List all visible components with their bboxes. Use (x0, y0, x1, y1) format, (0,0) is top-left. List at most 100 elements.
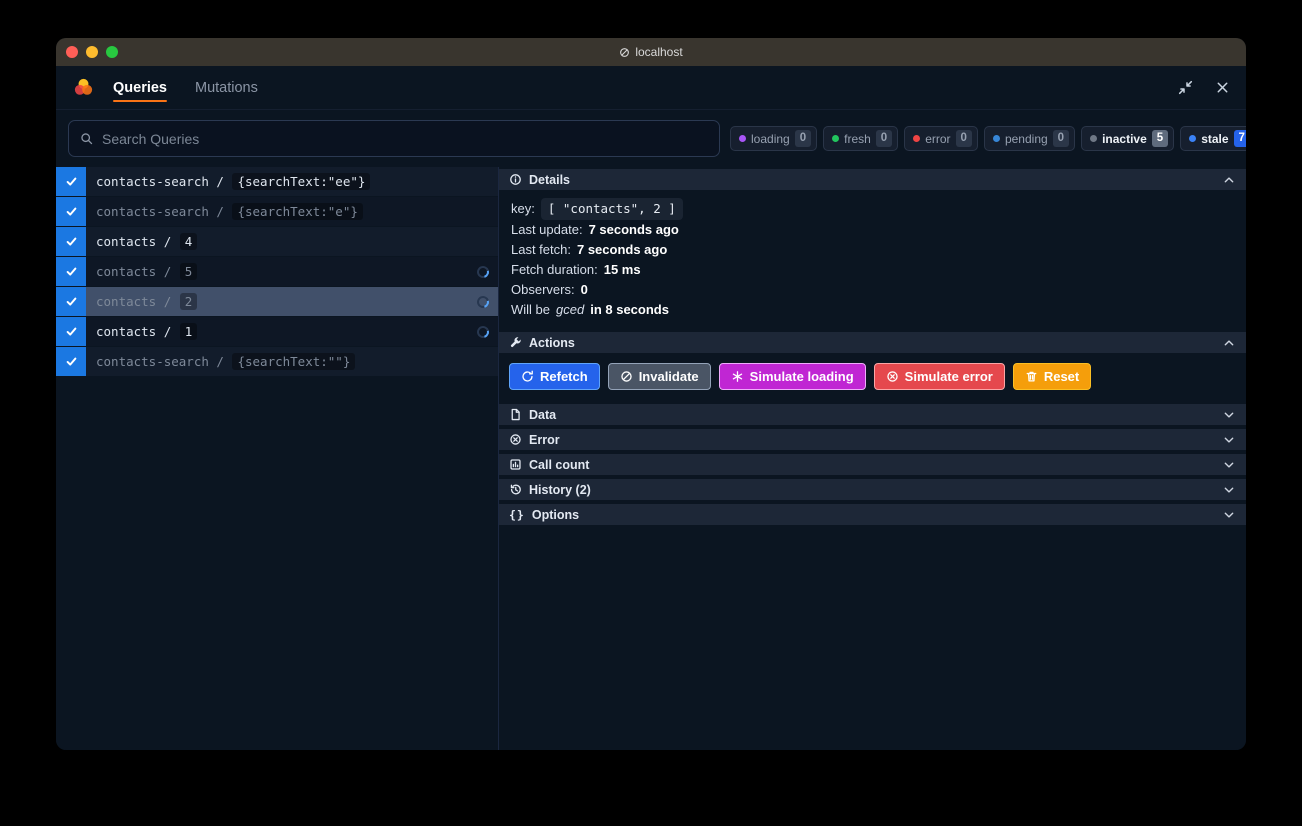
query-checkbox[interactable] (56, 227, 86, 256)
query-key-chip: {searchText:"e"} (232, 203, 362, 220)
close-window-button[interactable] (66, 46, 78, 58)
section-error[interactable]: Error (499, 429, 1246, 450)
devtools-topbar: Queries Mutations (56, 66, 1246, 110)
window-title: localhost (56, 45, 1246, 59)
tanstack-logo-icon (72, 76, 95, 99)
status-dot-icon (913, 135, 920, 142)
filter-fresh[interactable]: fresh0 (823, 126, 898, 151)
chevron-down-icon (1222, 458, 1236, 472)
simulate-loading-button[interactable]: Simulate loading (719, 363, 866, 390)
status-dot-icon (993, 135, 1000, 142)
query-row[interactable]: contacts / 4 (56, 227, 498, 256)
detail-value: 0 (581, 280, 588, 300)
query-key-chip: {searchText:""} (232, 353, 355, 370)
minimize-window-button[interactable] (86, 46, 98, 58)
filter-error[interactable]: error0 (904, 126, 978, 151)
devtools-main: contacts-search / {searchText:"ee"}conta… (56, 167, 1246, 750)
browser-window: localhost QueriesMutations load (56, 38, 1246, 750)
section-options[interactable]: {} Options (499, 504, 1246, 525)
section-title: Options (532, 508, 579, 522)
query-key: contacts / 1 (96, 323, 197, 340)
status-filters: loading0fresh0error0pending0inactive5sta… (730, 126, 1246, 151)
fetching-spinner-icon (475, 323, 491, 339)
close-devtools-button[interactable] (1215, 80, 1230, 95)
error-icon (509, 433, 522, 446)
section-call-count[interactable]: Call count (499, 454, 1246, 475)
topbar-actions (1178, 80, 1230, 95)
detail-label: Last update: (511, 220, 583, 240)
filter-loading[interactable]: loading0 (730, 126, 817, 151)
query-key-chip: 2 (180, 293, 198, 310)
filter-pending[interactable]: pending0 (984, 126, 1075, 151)
fetching-spinner-icon (475, 263, 491, 279)
invalidate-icon (620, 370, 633, 383)
detail-label: Last fetch: (511, 240, 571, 260)
check-icon (65, 175, 78, 188)
action-buttons: Refetch Invalidate Simulate loading Simulat… (499, 353, 1246, 404)
tab-queries[interactable]: Queries (113, 66, 167, 109)
query-checkbox[interactable] (56, 347, 86, 376)
braces-icon: {} (509, 508, 525, 522)
filter-count: 5 (1152, 130, 1168, 147)
loading-icon (731, 370, 744, 383)
query-row[interactable]: contacts / 1 (56, 317, 498, 346)
query-checkbox[interactable] (56, 197, 86, 226)
section-history[interactable]: History (2) (499, 479, 1246, 500)
check-icon (65, 295, 78, 308)
detail-label-italic: gced (556, 300, 584, 320)
query-row[interactable]: contacts-search / {searchText:""} (56, 347, 498, 376)
refetch-button[interactable]: Refetch (509, 363, 600, 390)
query-row[interactable]: contacts / 2 (56, 287, 498, 316)
search-box (68, 120, 720, 157)
query-checkbox[interactable] (56, 287, 86, 316)
detail-value: 15 ms (604, 260, 641, 280)
call-count-icon (509, 458, 522, 471)
query-checkbox[interactable] (56, 317, 86, 346)
chevron-up-icon (1222, 336, 1236, 350)
detail-label: Observers: (511, 280, 575, 300)
detail-label: Will be (511, 300, 550, 320)
trash-icon (1025, 370, 1038, 383)
detail-panel: Details key:[ "contacts", 2 ]Last update… (499, 167, 1246, 750)
document-icon (509, 408, 522, 421)
refetch-icon (521, 370, 534, 383)
fetching-spinner-icon (475, 293, 491, 309)
detail-row: Last fetch: 7 seconds ago (511, 240, 1234, 260)
check-icon (65, 205, 78, 218)
details-section-title: Details (529, 173, 570, 187)
filter-inactive[interactable]: inactive5 (1081, 126, 1174, 151)
detail-value: in 8 seconds (590, 300, 669, 320)
info-icon (509, 173, 522, 186)
detail-label: Fetch duration: (511, 260, 598, 280)
section-data[interactable]: Data (499, 404, 1246, 425)
devtools-tabs: Queries Mutations (113, 66, 258, 109)
actions-section-header[interactable]: Actions (499, 332, 1246, 353)
history-icon (509, 483, 522, 496)
detail-value: 7 seconds ago (577, 240, 667, 260)
invalidate-button[interactable]: Invalidate (608, 363, 711, 390)
details-section-header[interactable]: Details (499, 169, 1246, 190)
status-dot-icon (832, 135, 839, 142)
zoom-window-button[interactable] (106, 46, 118, 58)
search-input[interactable] (102, 131, 708, 147)
error-icon (886, 370, 899, 383)
window-controls (56, 46, 118, 58)
filter-label: fresh (844, 132, 871, 146)
query-row[interactable]: contacts-search / {searchText:"ee"} (56, 167, 498, 196)
query-checkbox[interactable] (56, 257, 86, 286)
status-dot-icon (739, 135, 746, 142)
simulate-error-button[interactable]: Simulate error (874, 363, 1005, 390)
filter-stale[interactable]: stale7 (1180, 126, 1246, 151)
query-row[interactable]: contacts / 5 (56, 257, 498, 286)
reset-button[interactable]: Reset (1013, 363, 1091, 390)
query-checkbox[interactable] (56, 167, 86, 196)
filter-count: 0 (795, 130, 811, 147)
filter-count: 0 (1053, 130, 1069, 147)
tab-mutations[interactable]: Mutations (195, 66, 258, 109)
detail-row: Fetch duration: 15 ms (511, 260, 1234, 280)
query-key-chip: 5 (180, 263, 198, 280)
search-icon (80, 132, 93, 145)
query-row[interactable]: contacts-search / {searchText:"e"} (56, 197, 498, 226)
collapse-panel-button[interactable] (1178, 80, 1193, 95)
section-title: Data (529, 408, 556, 422)
